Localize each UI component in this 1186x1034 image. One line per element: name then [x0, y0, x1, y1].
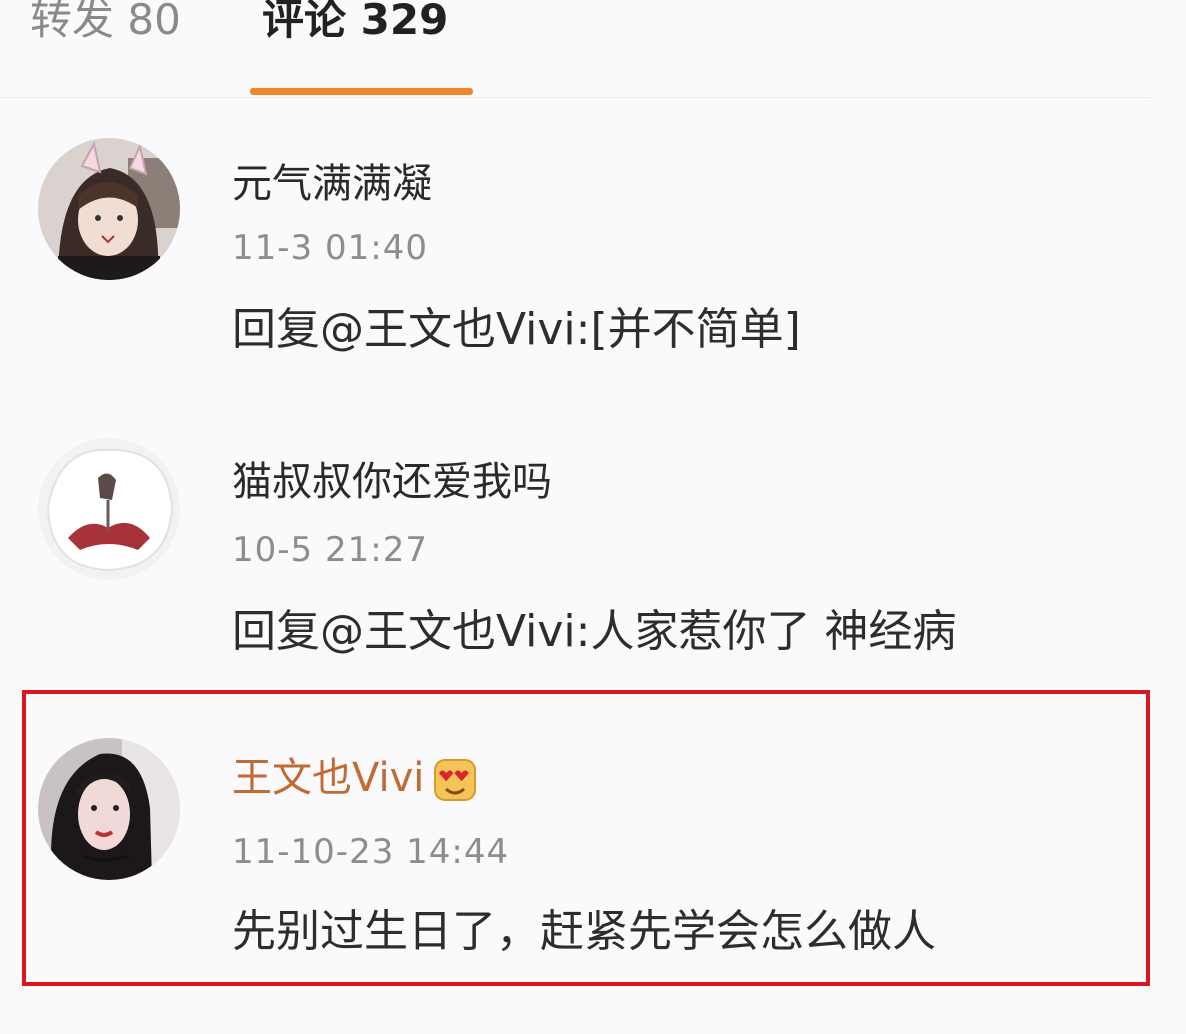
comment-item: 元气满满凝 11-3 01:40 回复@王文也Vivi:[并不简单]	[0, 130, 1150, 420]
comment-username-text: 王文也Vivi	[232, 755, 425, 801]
avatar[interactable]	[38, 138, 180, 280]
avatar-image	[38, 138, 180, 280]
tabs-divider	[0, 97, 1150, 98]
comment-tabs: 转发 80 评论 329	[0, 0, 1150, 98]
heart-eyes-emoji-icon	[434, 759, 477, 801]
comment-username[interactable]: 元气满满凝	[232, 160, 432, 208]
avatar-image	[38, 738, 180, 880]
comment-timestamp: 10-5 21:27	[232, 530, 428, 570]
avatar[interactable]	[38, 438, 180, 580]
comment-timestamp: 11-3 01:40	[232, 228, 428, 268]
tab-comments[interactable]: 评论 329	[262, 0, 448, 46]
active-tab-indicator	[250, 88, 473, 95]
comment-username[interactable]: 王文也Vivi	[232, 754, 478, 803]
comment-timestamp: 11-10-23 14:44	[232, 832, 510, 872]
avatar[interactable]	[38, 738, 180, 880]
avatar-image	[38, 438, 180, 580]
comment-text: 回复@王文也Vivi:[并不简单]	[232, 304, 801, 355]
comment-text: 先别过生日了，赶紧先学会怎么做人	[232, 906, 936, 957]
comment-item: 猫叔叔你还爱我吗 10-5 21:27 回复@王文也Vivi:人家惹你了 神经病	[0, 430, 1150, 680]
comment-username[interactable]: 猫叔叔你还爱我吗	[232, 458, 552, 506]
comment-item-highlighted: 王文也Vivi 11-10-23 14:44 先别过生日了，赶紧先学会怎么做人	[0, 690, 1150, 986]
comment-text: 回复@王文也Vivi:人家惹你了 神经病	[232, 606, 957, 657]
tab-repost[interactable]: 转发 80	[30, 0, 181, 46]
